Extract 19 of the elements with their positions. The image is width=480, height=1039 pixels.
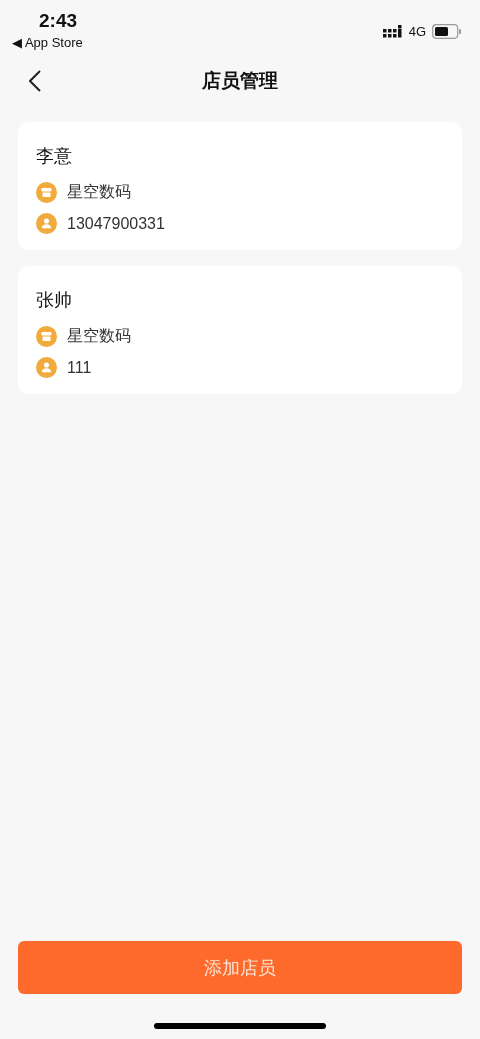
store-name: 星空数码 (67, 182, 131, 202)
staff-name: 李意 (36, 145, 73, 168)
store-name: 星空数码 (67, 326, 131, 346)
page-title: 店员管理 (202, 69, 278, 93)
shop-icon (36, 326, 57, 347)
back-to-app-link[interactable]: ◀ App Store (12, 34, 83, 52)
staff-card[interactable]: 张帅 星空数码 111 (18, 266, 462, 394)
staff-card[interactable]: 李意 星空数码 13047900331 (18, 122, 462, 250)
network-label: 4G (408, 23, 426, 39)
person-icon (36, 357, 57, 378)
staff-phone: 13047900331 (67, 214, 165, 233)
shop-icon (36, 182, 57, 203)
signal-icon (382, 24, 403, 38)
status-time: 2:43 (39, 10, 78, 32)
battery-icon (432, 23, 462, 39)
person-icon (36, 213, 57, 234)
staff-phone: 111 (67, 358, 92, 377)
staff-name: 张帅 (36, 289, 73, 312)
back-chevron-icon (29, 70, 41, 92)
